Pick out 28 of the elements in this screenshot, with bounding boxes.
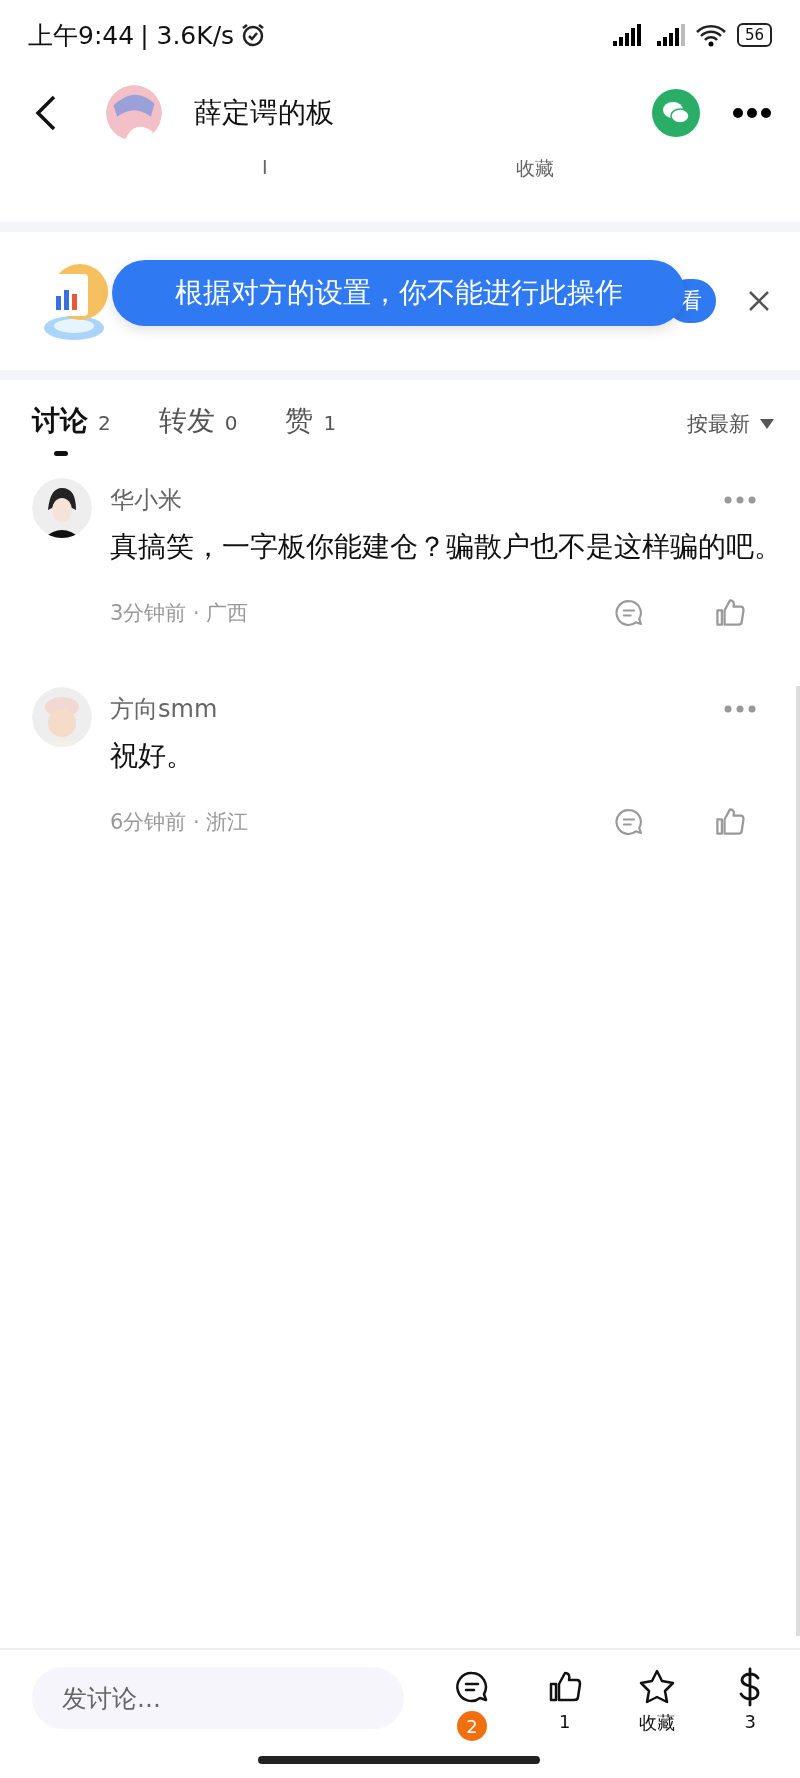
comment-author[interactable]: 华小米: [110, 484, 724, 516]
reward-count: 3: [744, 1711, 756, 1732]
network-speed: | 3.6K/s: [140, 20, 235, 50]
comment-author[interactable]: 方向smm: [110, 693, 724, 725]
wechat-button[interactable]: [652, 89, 700, 137]
comment-meta: 3分钟前 · 广西: [110, 600, 250, 627]
sub-tab[interactable]: I: [262, 156, 268, 222]
comment-input[interactable]: 发讨论...: [32, 1667, 405, 1729]
battery-level: 56: [736, 23, 772, 47]
wifi-icon: [694, 23, 727, 47]
comment-text: 祝好。: [110, 738, 195, 774]
chat-bubbles-icon: [661, 100, 691, 126]
comment-meta: 6分钟前 · 浙江: [110, 809, 250, 836]
caret-icon: [760, 419, 774, 429]
tab[interactable]: 转发 0: [158, 388, 238, 460]
close-icon[interactable]: [748, 290, 770, 312]
status-time: 上午9:44: [28, 19, 135, 52]
comment-text: 真搞笑，一字板你能建仓？骗散户也不是这样骗的吧。: [110, 529, 783, 565]
page-title: 薛定谔的板: [194, 95, 335, 131]
sub-tab[interactable]: 收藏: [515, 156, 554, 222]
sort-dropdown[interactable]: 按最新: [687, 410, 774, 438]
count-badge: 2: [457, 1711, 488, 1741]
like-count: 1: [559, 1711, 571, 1732]
favorite-label: 收藏: [639, 1711, 676, 1735]
more-icon[interactable]: [732, 107, 772, 119]
tab[interactable]: 赞 1: [285, 388, 337, 460]
tab[interactable]: 讨论 2: [32, 388, 111, 460]
avatar[interactable]: [32, 478, 92, 538]
